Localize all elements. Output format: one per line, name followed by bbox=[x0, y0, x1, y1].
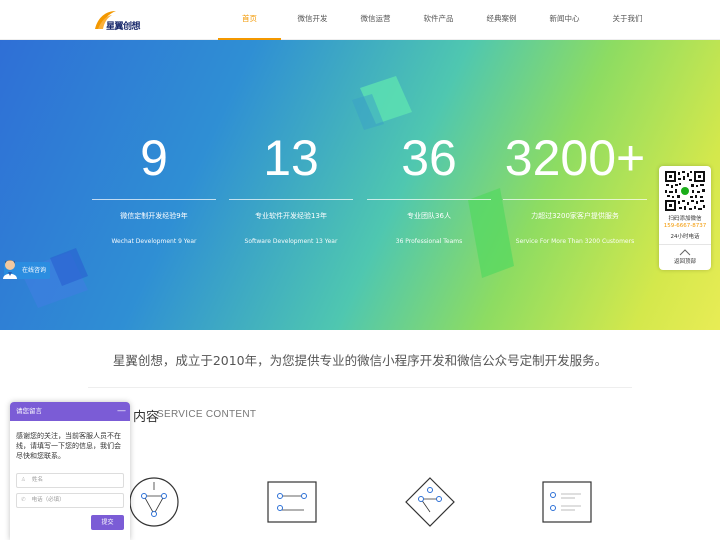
user-icon: ♙ bbox=[21, 477, 26, 483]
customer-service-avatar-icon bbox=[3, 260, 17, 279]
service-section-title: 内容 bbox=[133, 410, 160, 425]
message-widget-title: 请您留言 bbox=[16, 407, 42, 415]
stat-label-cn: 专业软件开发经验13年 bbox=[255, 212, 327, 220]
nav-item-home[interactable]: 首页 bbox=[218, 0, 281, 40]
main-nav: 首页 微信开发 微信运营 软件产品 经典案例 新闻中心 关于我们 bbox=[218, 0, 659, 40]
stat-label-en: Software Development 13 Year bbox=[244, 238, 338, 245]
name-placeholder: 姓名 bbox=[31, 477, 43, 483]
online-consult-label: 在线咨询 bbox=[22, 267, 47, 274]
nav-item-news[interactable]: 新闻中心 bbox=[533, 0, 596, 40]
stat-label-en: Service For More Than 3200 Customers bbox=[515, 238, 635, 245]
stat-wechat-years: 9 微信定制开发经验9年 Wechat Development 9 Year bbox=[92, 130, 216, 245]
stat-number: 13 bbox=[229, 130, 353, 200]
diamond-network-icon[interactable] bbox=[404, 476, 456, 528]
hero-banner: 9 微信定制开发经验9年 Wechat Development 9 Year 1… bbox=[0, 40, 720, 330]
leave-message-widget: 请您留言 — 感谢您的关注，当前客服人员不在线，请填写一下您的信息，我们会尽快和… bbox=[10, 402, 130, 540]
message-widget-header[interactable]: 请您留言 — bbox=[10, 402, 130, 421]
stats-row: 9 微信定制开发经验9年 Wechat Development 9 Year 1… bbox=[85, 130, 647, 270]
site-header: 星翼创想 首页 微信开发 微信运营 软件产品 经典案例 新闻中心 关于我们 bbox=[0, 0, 720, 40]
service-section-subtitle: SERVICE CONTENT bbox=[157, 409, 257, 420]
phone-field[interactable]: ✆ 电话（必填） bbox=[16, 493, 124, 508]
nav-item-wechat-ops[interactable]: 微信运营 bbox=[344, 0, 407, 40]
nav-item-software[interactable]: 软件产品 bbox=[407, 0, 470, 40]
stat-customers: 3200+ 力超过3200家客户提供服务 Service For More Th… bbox=[503, 130, 647, 245]
name-field[interactable]: ♙ 姓名 bbox=[16, 473, 124, 488]
minimize-icon[interactable]: — bbox=[117, 402, 126, 421]
intro-divider bbox=[88, 387, 632, 388]
stat-number: 9 bbox=[92, 130, 216, 200]
stat-label-en: Wechat Development 9 Year bbox=[111, 238, 197, 245]
qr-scan-label: 扫码添加微信 bbox=[668, 216, 702, 222]
stat-label-cn: 力超过3200家客户提供服务 bbox=[531, 212, 619, 220]
back-to-top-link[interactable]: 返回顶部 bbox=[659, 257, 711, 265]
company-intro: 星翼创想，成立于2010年，为您提供专业的微信小程序开发和微信公众号定制开发服务… bbox=[112, 353, 608, 368]
qr-phone-number[interactable]: 159-6667-8737 bbox=[659, 223, 711, 229]
message-widget-body: 感谢您的关注，当前客服人员不在线，请填写一下您的信息，我们会尽快和您联系。 bbox=[16, 432, 121, 460]
chevron-up-icon[interactable] bbox=[679, 248, 691, 256]
stat-label-cn: 专业团队36人 bbox=[407, 212, 451, 220]
stat-team-size: 36 专业团队36人 36 Professional Teams bbox=[367, 130, 491, 245]
list-panel-icon[interactable] bbox=[541, 476, 593, 528]
qr-code-icon bbox=[664, 170, 706, 212]
stat-number: 3200+ bbox=[503, 130, 647, 200]
nav-item-wechat-dev[interactable]: 微信开发 bbox=[281, 0, 344, 40]
online-consult-button[interactable]: 在线咨询 bbox=[3, 260, 50, 279]
nav-item-about[interactable]: 关于我们 bbox=[596, 0, 659, 40]
stat-number: 36 bbox=[367, 130, 491, 200]
stat-label-cn: 微信定制开发经验9年 bbox=[120, 212, 188, 220]
nav-item-cases[interactable]: 经典案例 bbox=[470, 0, 533, 40]
stat-label-en: 36 Professional Teams bbox=[395, 238, 463, 245]
submit-button[interactable]: 提交 bbox=[91, 515, 124, 530]
stat-software-years: 13 专业软件开发经验13年 Software Development 13 Y… bbox=[229, 130, 353, 245]
phone-placeholder: 电话（必填） bbox=[31, 497, 65, 503]
logo-text: 星翼创想 bbox=[106, 22, 141, 32]
network-circle-icon[interactable] bbox=[128, 476, 180, 528]
qr-hours-label: 24小时电话 bbox=[670, 234, 700, 240]
site-logo[interactable]: 星翼创想 bbox=[92, 7, 162, 33]
layout-square-icon[interactable] bbox=[266, 476, 318, 528]
phone-icon: ✆ bbox=[21, 497, 26, 503]
qr-divider bbox=[659, 244, 711, 245]
qr-contact-panel: 扫码添加微信 159-6667-8737 24小时电话 返回顶部 bbox=[659, 166, 711, 270]
